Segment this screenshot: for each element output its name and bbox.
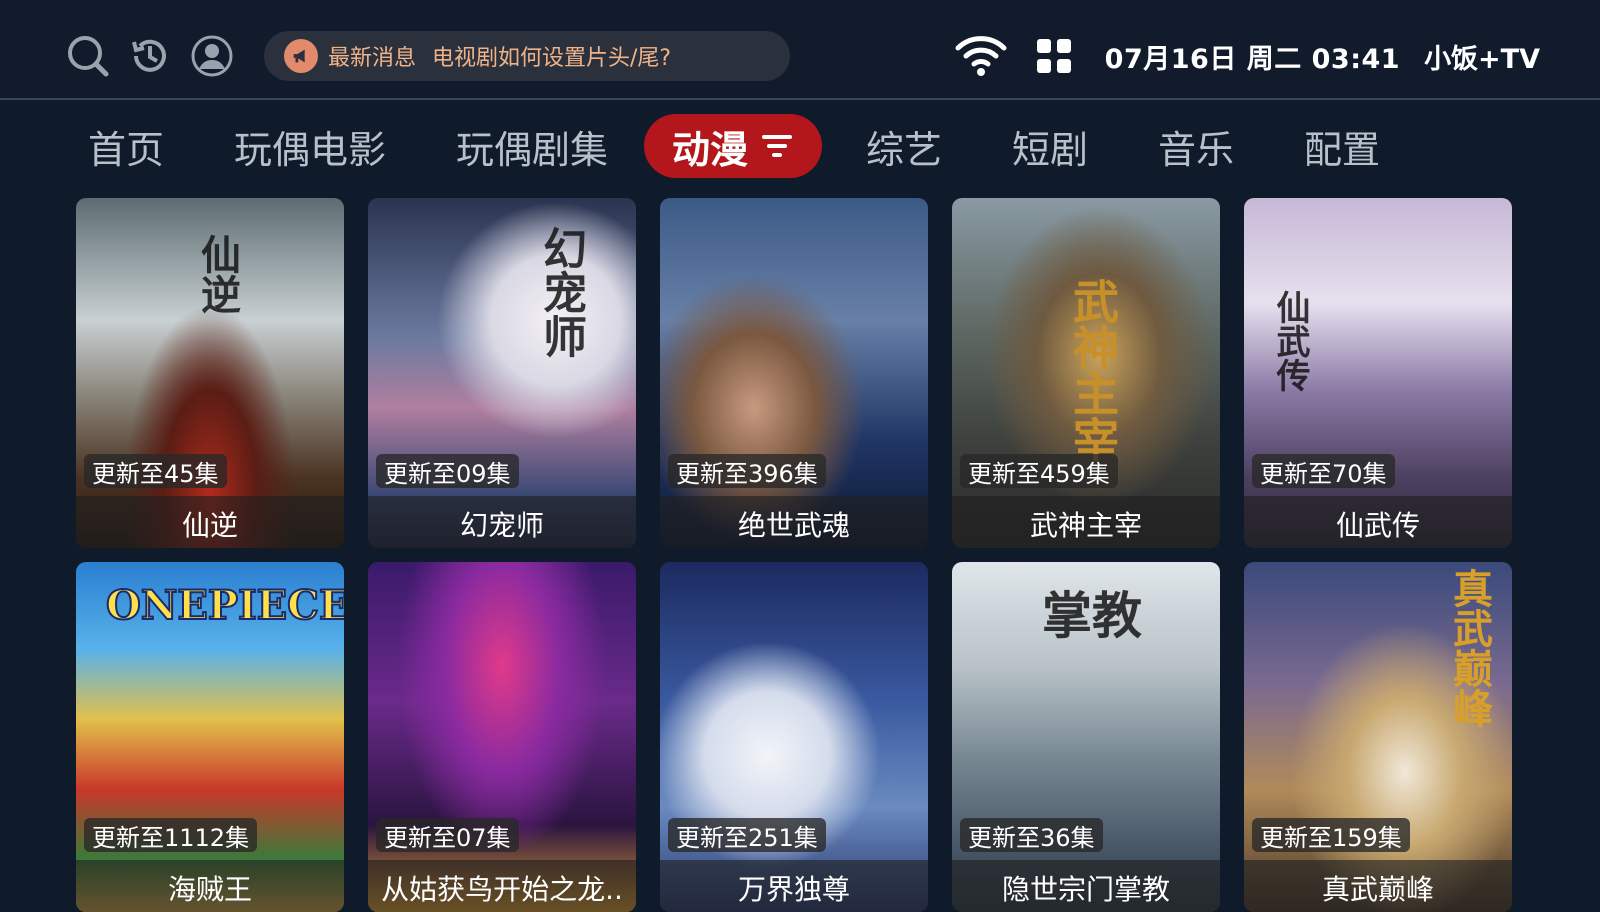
poster-logo: 仙逆 — [194, 234, 241, 314]
card-title: 隐世宗门掌教 — [1001, 873, 1170, 904]
tab-home[interactable]: 首页 — [88, 114, 164, 178]
card-title: 万界独尊 — [737, 873, 850, 904]
history-icon[interactable] — [128, 34, 172, 78]
media-card[interactable]: 武神主宰 更新至459集 武神主宰 — [952, 198, 1220, 548]
tab-variety[interactable]: 综艺 — [866, 114, 942, 178]
news-ticker[interactable]: 最新消息 电视剧如何设置片头/尾? — [264, 31, 790, 81]
card-title: 幻宠师 — [459, 509, 544, 540]
card-title: 真武巅峰 — [1321, 873, 1434, 904]
card-title: 仙武传 — [1335, 509, 1420, 540]
media-card[interactable]: 真武巅峰 更新至159集 真武巅峰 — [1244, 562, 1512, 912]
card-title: 海贼王 — [167, 873, 252, 904]
poster-logo: 武神主宰 — [1066, 278, 1120, 462]
poster-logo: 仙武传 — [1270, 290, 1310, 392]
poster-logo: ONEPIECE — [105, 581, 344, 630]
media-card[interactable]: 仙武传 更新至70集 仙武传 — [1244, 198, 1512, 548]
news-message: 电视剧如何设置片头/尾? — [432, 46, 672, 71]
wifi-icon — [955, 36, 1007, 76]
status-area: 07月16日 周二 03:41 小饭+TV — [955, 28, 1540, 84]
episode-badge: 更新至251集 — [668, 818, 826, 852]
media-card[interactable]: 掌教 更新至36集 隐世宗门掌教 — [952, 562, 1220, 912]
episode-badge: 更新至07集 — [376, 818, 519, 852]
card-title: 从姑获鸟开始之龙.. — [381, 873, 623, 904]
datetime: 07月16日 周二 03:41 — [1104, 43, 1401, 75]
card-title: 武神主宰 — [1029, 509, 1142, 540]
poster-logo: 掌教 — [1042, 586, 1142, 645]
category-tabs: 首页 玩偶电影 玩偶剧集 动漫 综艺 短剧 音乐 配置 — [0, 104, 1600, 188]
user-icon[interactable] — [190, 34, 234, 78]
episode-badge: 更新至36集 — [960, 818, 1103, 852]
card-title: 绝世武魂 — [737, 509, 850, 540]
episode-badge: 更新至45集 — [84, 454, 227, 488]
media-card[interactable]: 更新至251集 万界独尊 — [660, 562, 928, 912]
media-card[interactable]: 更新至07集 从姑获鸟开始之龙.. — [368, 562, 636, 912]
apps-grid-icon[interactable] — [1036, 39, 1071, 73]
tab-music[interactable]: 音乐 — [1158, 114, 1234, 178]
episode-badge: 更新至396集 — [668, 454, 826, 488]
poster-logo: 幻宠师 — [535, 226, 586, 358]
media-card[interactable]: 更新至396集 绝世武魂 — [660, 198, 928, 548]
tab-settings[interactable]: 配置 — [1304, 114, 1380, 178]
top-bar: 最新消息 电视剧如何设置片头/尾? 07月16日 周二 03:41 小饭+TV — [0, 0, 1600, 100]
media-card[interactable]: 幻宠师 更新至09集 幻宠师 — [368, 198, 636, 548]
tab-shorts[interactable]: 短剧 — [1012, 114, 1088, 178]
search-icon[interactable] — [66, 34, 110, 78]
tab-series[interactable]: 玩偶剧集 — [456, 114, 608, 178]
episode-badge: 更新至70集 — [1252, 454, 1395, 488]
news-label: 最新消息 — [328, 46, 417, 71]
poster-logo: 真武巅峰 — [1446, 568, 1493, 728]
brand-name: 小饭+TV — [1424, 43, 1540, 75]
tab-anime[interactable]: 动漫 — [644, 114, 823, 178]
tab-movies[interactable]: 玩偶电影 — [234, 114, 386, 178]
episode-badge: 更新至159集 — [1252, 818, 1410, 852]
filter-icon — [762, 135, 793, 157]
episode-badge: 更新至1112集 — [84, 818, 258, 852]
media-card[interactable]: ONEPIECE 更新至1112集 海贼王 — [76, 562, 344, 912]
episode-badge: 更新至09集 — [376, 454, 519, 488]
megaphone-icon — [284, 39, 318, 73]
media-card[interactable]: 仙逆 更新至45集 仙逆 — [76, 198, 344, 548]
episode-badge: 更新至459集 — [960, 454, 1118, 488]
card-title: 仙逆 — [181, 509, 238, 540]
